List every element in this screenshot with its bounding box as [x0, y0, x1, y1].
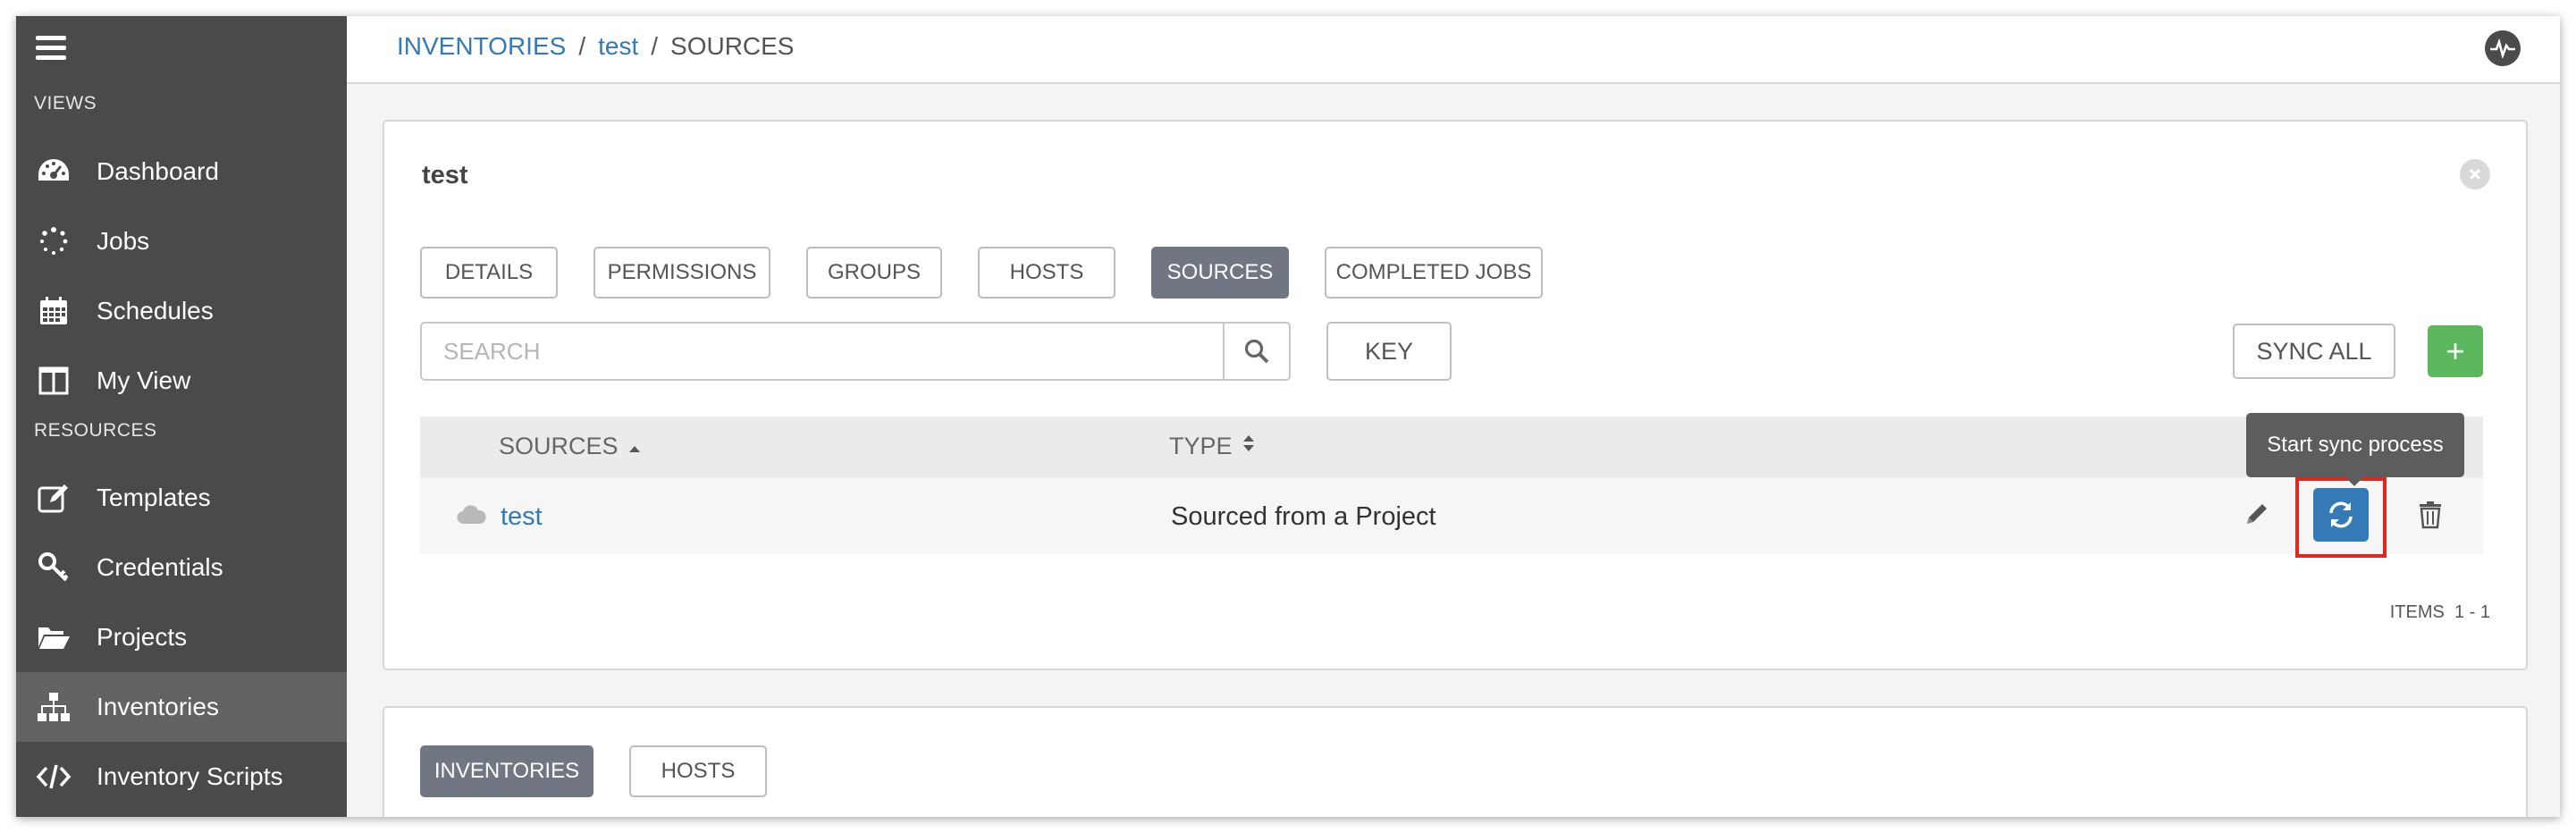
sidebar-item-label: Inventory Scripts [97, 762, 283, 790]
close-icon[interactable] [2460, 159, 2490, 189]
tab-details[interactable]: DETAILS [420, 247, 558, 299]
sidebar-item-credentials[interactable]: Credentials [16, 533, 347, 602]
sidebar-item-projects[interactable]: Projects [16, 602, 347, 672]
sort-icon[interactable] [1242, 433, 1256, 460]
source-name-link[interactable]: test [501, 502, 543, 532]
search-box [420, 322, 1291, 381]
sidebar-item-label: Schedules [97, 297, 214, 324]
breadcrumb-separator: / [578, 32, 586, 60]
folder-icon [34, 619, 73, 655]
sidebar-item-jobs[interactable]: Jobs [16, 206, 347, 276]
trash-icon[interactable] [2419, 501, 2442, 534]
search-button[interactable] [1223, 324, 1289, 379]
panel-title: test [422, 161, 468, 189]
tab-completed-jobs[interactable]: COMPLETED JOBS [1325, 247, 1543, 299]
tab-sources[interactable]: SOURCES [1151, 247, 1289, 299]
breadcrumb-separator: / [651, 32, 659, 60]
top-header: INVENTORIES / test / SOURCES [347, 16, 2560, 84]
tab-permissions[interactable]: PERMISSIONS [593, 247, 770, 299]
column-header-label: TYPE [1169, 433, 1233, 459]
pencil-icon[interactable] [2243, 501, 2270, 532]
section-label-resources: RESOURCES [34, 420, 157, 441]
inventory-sources-panel: test DETAILS PERMISSIONS GROUPS HOSTS SO… [383, 120, 2528, 670]
key-icon [34, 550, 73, 585]
sidebar-item-dashboard[interactable]: Dashboard [16, 137, 347, 206]
tab-inventories[interactable]: INVENTORIES [420, 745, 593, 797]
app-window: VIEWS Dashboard Jobs Schedules My View R… [16, 16, 2560, 817]
breadcrumb-inventory-link[interactable]: test [598, 32, 638, 61]
calendar-icon [34, 293, 73, 329]
items-count: ITEMS 1 - 1 [2390, 602, 2490, 623]
tab-hosts[interactable]: HOSTS [978, 247, 1115, 299]
activity-stream-icon[interactable] [2485, 30, 2521, 66]
sync-button[interactable] [2313, 488, 2369, 542]
tab-hosts-lower[interactable]: HOSTS [629, 745, 767, 797]
sidebar-item-inventory-scripts[interactable]: Inventory Scripts [16, 742, 347, 812]
sidebar-item-label: Templates [97, 484, 211, 511]
sidebar-item-schedules[interactable]: Schedules [16, 276, 347, 346]
items-range: 1 - 1 [2454, 602, 2490, 622]
sidebar-item-inventories[interactable]: Inventories [16, 672, 347, 742]
search-input[interactable] [422, 324, 1226, 379]
hamburger-menu-icon[interactable] [36, 36, 66, 60]
sync-all-button[interactable]: SYNC ALL [2233, 324, 2395, 379]
spinner-icon [34, 223, 73, 259]
sync-tooltip: Start sync process [2246, 413, 2464, 477]
table-row: test Sourced from a Project [420, 477, 2483, 558]
column-header-label: SOURCES [499, 433, 619, 459]
sidebar-item-label: Credentials [97, 553, 223, 581]
refresh-icon [2329, 501, 2353, 528]
cloud-icon [456, 504, 486, 530]
section-label-views: VIEWS [34, 93, 97, 114]
key-button[interactable]: KEY [1326, 322, 1452, 381]
sidebar-item-templates[interactable]: Templates [16, 463, 347, 533]
sidebar-item-label: My View [97, 366, 191, 394]
column-header-sources[interactable]: SOURCES [499, 433, 642, 460]
tab-groups[interactable]: GROUPS [806, 247, 942, 299]
sidebar-item-label: Projects [97, 623, 188, 651]
sitemap-icon [34, 689, 73, 725]
breadcrumb-current: SOURCES [670, 32, 795, 60]
search-icon [1244, 339, 1269, 364]
columns-icon [34, 363, 73, 399]
sidebar-item-label: Jobs [97, 227, 150, 255]
sidebar-item-my-view[interactable]: My View [16, 346, 347, 416]
add-button[interactable]: + [2428, 325, 2483, 377]
breadcrumb: INVENTORIES / test / SOURCES [397, 32, 794, 61]
sidebar-item-label: Inventories [97, 693, 219, 720]
table-header: SOURCES TYPE S [420, 416, 2483, 477]
sort-ascending-icon[interactable] [627, 433, 642, 460]
dashboard-icon [34, 154, 73, 189]
sidebar-item-label: Dashboard [97, 157, 219, 185]
column-header-type[interactable]: TYPE [1169, 433, 1256, 460]
inventories-panel: INVENTORIES HOSTS [383, 706, 2528, 817]
sidebar: VIEWS Dashboard Jobs Schedules My View R… [16, 16, 347, 817]
items-label: ITEMS [2389, 602, 2445, 622]
breadcrumb-inventories-link[interactable]: INVENTORIES [397, 32, 566, 61]
code-icon [34, 759, 73, 795]
tooltip-arrow [2345, 477, 2363, 486]
source-type: Sourced from a Project [1171, 502, 1436, 531]
edit-icon [34, 480, 73, 516]
